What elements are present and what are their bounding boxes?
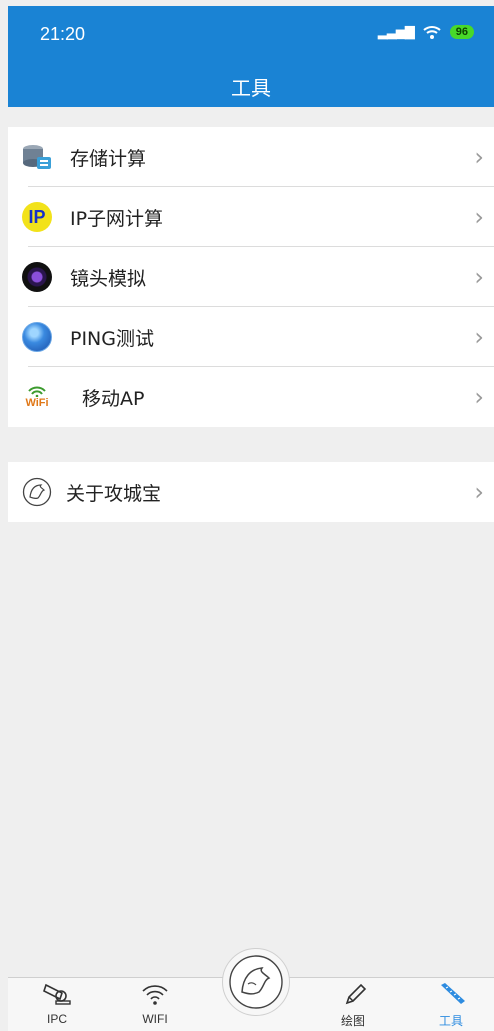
lion-logo-icon	[229, 955, 283, 1009]
status-icons: ▂▃▅▇ 96	[378, 24, 474, 40]
tool-label: IP子网计算	[70, 207, 164, 230]
chevron-right-icon: ›	[474, 323, 484, 351]
tool-row-mobile-ap[interactable]: WiFi 移动AP ›	[8, 367, 494, 427]
tab-label: 工具	[438, 1014, 463, 1028]
chevron-right-icon: ›	[474, 383, 484, 411]
home-lion-button[interactable]	[222, 948, 290, 1016]
tools-list: 存储计算 › IP IP子网计算 › 镜头模拟 › PING测试 › WiFi	[8, 127, 494, 427]
about-section: 关于攻城宝 ›	[8, 462, 494, 522]
storage-icon	[20, 140, 54, 174]
pencil-icon	[345, 983, 367, 1005]
tab-drawing[interactable]: 绘图	[318, 982, 388, 1029]
tab-label: 绘图	[340, 1014, 365, 1028]
tool-label: 移动AP	[82, 387, 145, 410]
about-row[interactable]: 关于攻城宝 ›	[8, 462, 494, 522]
tool-label: PING测试	[70, 327, 154, 350]
tool-row-ping[interactable]: PING测试 ›	[8, 307, 494, 367]
lens-icon	[20, 260, 54, 294]
tab-label: IPC	[46, 1012, 67, 1026]
camera-icon	[43, 983, 71, 1005]
wifi-ap-icon: WiFi	[20, 380, 54, 414]
tool-row-storage[interactable]: 存储计算 ›	[8, 127, 494, 187]
tab-ipc[interactable]: IPC	[22, 982, 92, 1026]
app-screen: 21:20 ▂▃▅▇ 96 工具 存储计算 › IP IP子网计算 › 镜头模拟…	[8, 6, 494, 1031]
wifi-icon	[142, 985, 168, 1005]
tool-label: 镜头模拟	[70, 267, 147, 290]
chevron-right-icon: ›	[474, 143, 484, 171]
wifi-badge: WiFi	[25, 396, 49, 409]
ip-badge: IP	[22, 202, 52, 232]
header-bar: 21:20 ▂▃▅▇ 96 工具	[8, 6, 494, 107]
chevron-right-icon: ›	[474, 203, 484, 231]
wifi-status-icon	[423, 26, 441, 39]
chevron-right-icon: ›	[474, 263, 484, 291]
ip-icon: IP	[20, 200, 54, 234]
signal-icon: ▂▃▅▇	[377, 24, 415, 40]
chevron-right-icon: ›	[474, 478, 484, 506]
tab-wifi[interactable]: WIFI	[120, 982, 190, 1026]
tab-label: WIFI	[142, 1012, 168, 1026]
about-label: 关于攻城宝	[66, 482, 162, 505]
battery-indicator: 96	[449, 25, 474, 39]
globe-icon	[20, 320, 54, 354]
lion-logo-icon	[20, 475, 54, 509]
page-title: 工具	[231, 76, 271, 100]
tool-label: 存储计算	[70, 147, 147, 170]
ruler-icon	[441, 983, 465, 1004]
tool-row-lens[interactable]: 镜头模拟 ›	[8, 247, 494, 307]
tool-row-ip-subnet[interactable]: IP IP子网计算 ›	[8, 187, 494, 247]
status-time: 21:20	[40, 24, 86, 44]
tab-tools[interactable]: 工具	[416, 982, 486, 1029]
